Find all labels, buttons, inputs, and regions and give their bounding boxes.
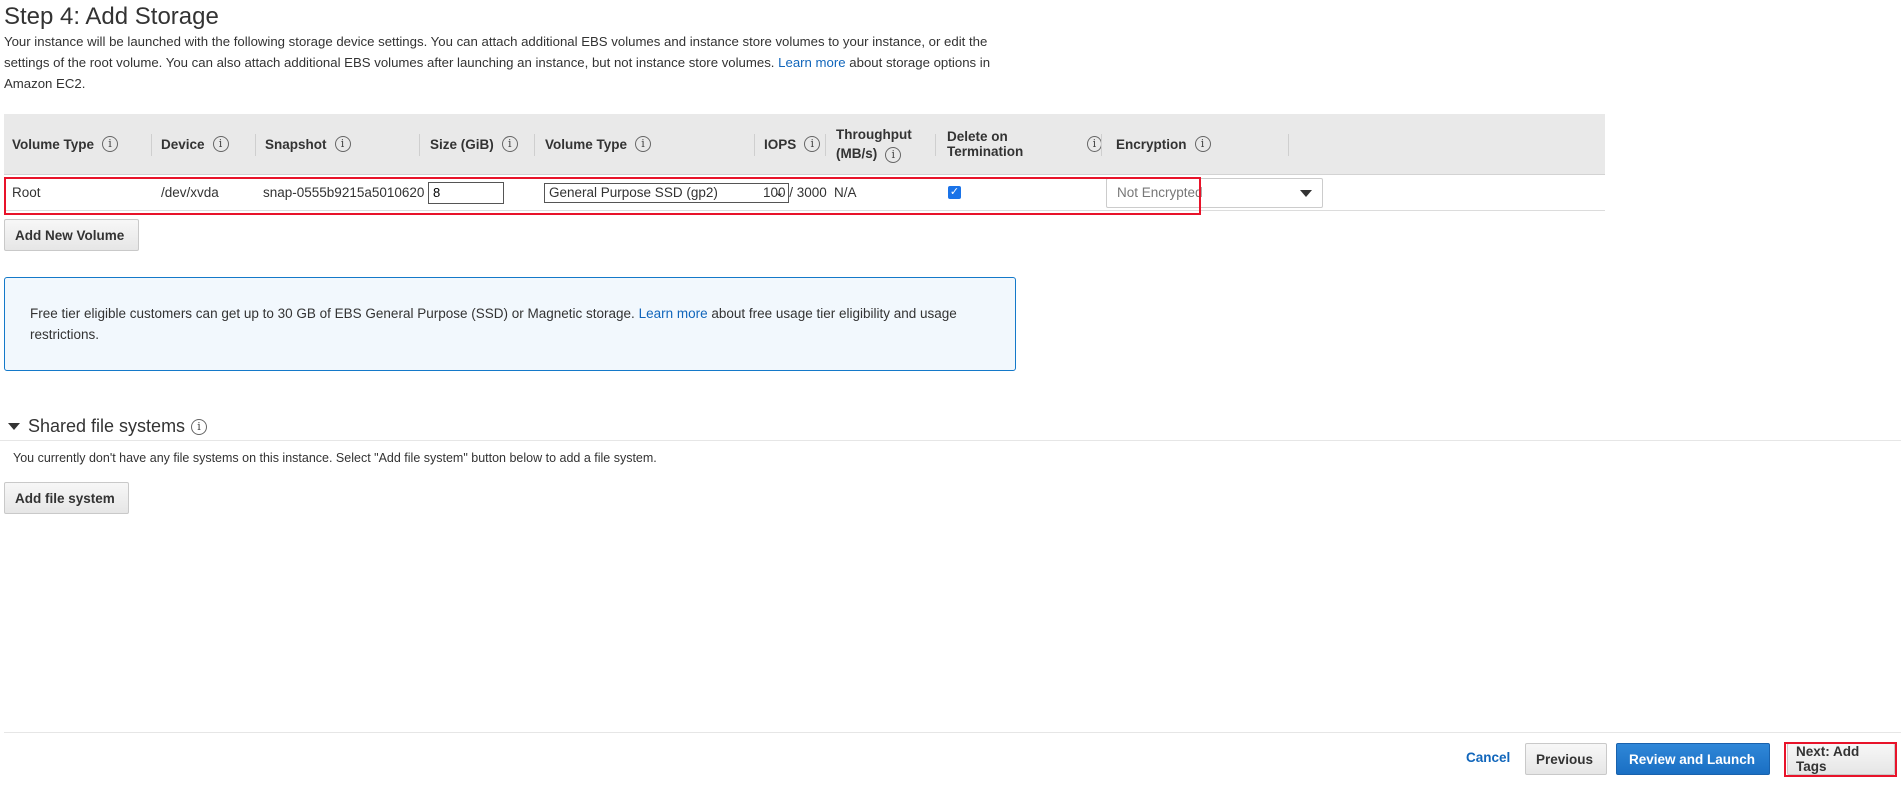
info-icon[interactable]: i — [804, 136, 821, 152]
info-icon[interactable]: i — [635, 136, 652, 152]
col-device-label: Device — [161, 136, 205, 152]
previous-button[interactable]: Previous — [1525, 743, 1607, 775]
cell-device: /dev/xvda — [161, 185, 219, 200]
cell-iops: 100 / 3000 — [763, 185, 827, 200]
page-title: Step 4: Add Storage — [4, 3, 219, 30]
col-volume-type: Volume Type i — [12, 114, 152, 174]
col-delete-on-termination: Delete on Termination i — [947, 114, 1102, 174]
col-encryption-label: Encryption — [1116, 136, 1187, 152]
add-storage-page: Step 4: Add Storage Your instance will b… — [0, 0, 1901, 792]
info-icon[interactable]: i — [1194, 136, 1211, 152]
col-encryption: Encryption i — [1116, 114, 1289, 174]
info-icon[interactable]: i — [191, 418, 208, 435]
column-divider — [1101, 134, 1102, 156]
info-icon[interactable]: i — [212, 136, 229, 152]
col-iops: IOPS i — [764, 114, 826, 174]
col-volume-type-select: Volume Type i — [545, 114, 755, 174]
learn-more-link-storage[interactable]: Learn more — [778, 55, 845, 70]
free-tier-text: Free tier eligible customers can get up … — [30, 303, 990, 345]
cell-snapshot: snap-0555b9215a5010620 — [263, 185, 425, 200]
cell-volume-type-select: General Purpose SSD (gp2) ⌄ — [544, 175, 789, 210]
volume-type-select[interactable]: General Purpose SSD (gp2) ⌄ — [544, 182, 789, 203]
col-throughput: Throughput (MB/s) i — [836, 114, 936, 174]
divider — [0, 440, 1901, 441]
review-and-launch-button[interactable]: Review and Launch — [1616, 743, 1770, 775]
column-divider — [1288, 134, 1289, 156]
shared-file-systems-description: You currently don't have any file system… — [13, 451, 657, 465]
size-input[interactable] — [428, 181, 504, 204]
column-divider — [825, 134, 826, 156]
col-size-label: Size (GiB) — [430, 136, 494, 152]
cell-size — [428, 175, 504, 210]
column-divider — [935, 134, 936, 156]
shared-file-systems-title: Shared file systems — [28, 416, 186, 436]
col-throughput-label-line1: Throughput — [836, 127, 912, 142]
info-icon[interactable]: i — [501, 136, 518, 152]
free-tier-text-main: Free tier eligible customers can get up … — [30, 306, 635, 321]
add-file-system-button[interactable]: Add file system — [4, 482, 129, 514]
collapse-triangle-icon — [8, 423, 20, 430]
column-divider — [255, 134, 256, 156]
cell-throughput: N/A — [834, 185, 857, 200]
col-delete-label: Delete on Termination — [947, 129, 1024, 159]
info-icon[interactable]: i — [885, 147, 902, 163]
col-size: Size (GiB) i — [430, 114, 535, 174]
col-throughput-label: Throughput (MB/s) i — [836, 125, 912, 163]
add-new-volume-button[interactable]: Add New Volume — [4, 219, 139, 251]
encryption-select-value: Not Encrypted — [1117, 185, 1203, 200]
volume-type-select-value: General Purpose SSD (gp2) — [549, 185, 718, 200]
col-volume-type-label: Volume Type — [12, 136, 95, 152]
col-device: Device i — [161, 114, 256, 174]
page-description: Your instance will be launched with the … — [4, 31, 1014, 94]
shared-file-systems-header[interactable]: Shared file systems i — [8, 416, 208, 437]
next-add-tags-button[interactable]: Next: Add Tags — [1787, 743, 1895, 775]
cancel-link[interactable]: Cancel — [1466, 750, 1510, 765]
delete-on-termination-checkbox[interactable]: ✓ — [948, 186, 961, 199]
encryption-select[interactable]: Not Encrypted — [1106, 177, 1323, 208]
col-volume-type2-label: Volume Type — [545, 136, 628, 152]
column-divider — [754, 134, 755, 156]
info-icon[interactable]: i — [102, 136, 119, 152]
col-snapshot: Snapshot i — [265, 114, 420, 174]
col-snapshot-label: Snapshot — [265, 136, 327, 152]
column-divider — [419, 134, 420, 156]
info-icon[interactable]: i — [334, 136, 351, 152]
storage-table: Volume Type i Device i Snapshot i Size (… — [4, 114, 1605, 211]
cell-encryption: Not Encrypted — [1106, 175, 1323, 210]
col-throughput-label-line2: (MB/s) — [836, 146, 878, 161]
table-row: Root /dev/xvda snap-0555b9215a5010620 Ge… — [4, 175, 1605, 211]
info-icon[interactable]: i — [1086, 136, 1102, 152]
col-iops-label: IOPS — [764, 136, 797, 152]
column-divider — [151, 134, 152, 156]
table-header: Volume Type i Device i Snapshot i Size (… — [4, 114, 1605, 175]
learn-more-link-free-tier[interactable]: Learn more — [639, 306, 708, 321]
column-divider — [534, 134, 535, 156]
cell-delete-on-termination: ✓ — [948, 175, 961, 210]
footer-divider — [4, 732, 1901, 733]
cell-volume-type: Root — [12, 185, 41, 200]
free-tier-info-box: Free tier eligible customers can get up … — [4, 277, 1016, 371]
caret-down-icon — [1300, 189, 1312, 197]
